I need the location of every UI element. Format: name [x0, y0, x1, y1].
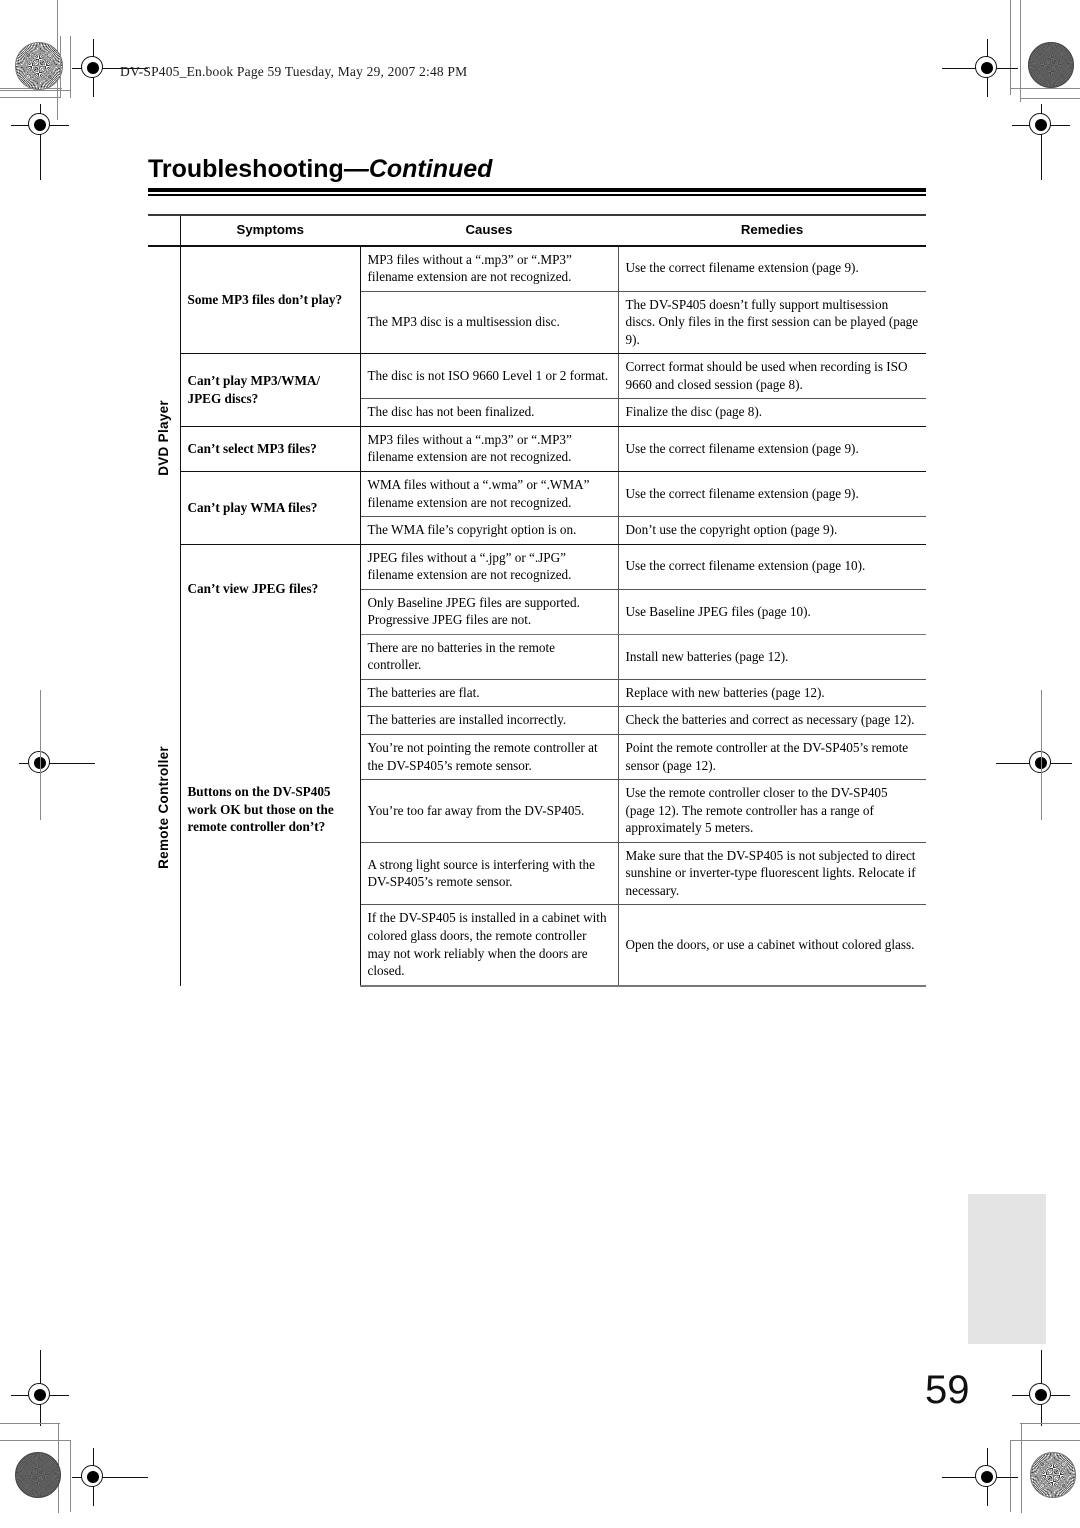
- troubleshooting-table: Symptoms Causes Remedies DVD Player Some…: [148, 214, 926, 987]
- page-number: 59: [925, 1368, 970, 1412]
- table-row: Remote Controller Buttons on the DV-SP40…: [148, 634, 926, 986]
- section-tab-marker: [968, 1194, 1046, 1344]
- remedy-cell: Use Baseline JPEG files (page 10).: [618, 589, 926, 635]
- remedy-cell: Use the correct filename extension (page…: [618, 471, 926, 518]
- symptom-cell: Can’t view JPEG files?: [180, 544, 361, 635]
- section-label-remote-controller: Remote Controller: [156, 745, 171, 869]
- remedy-cell: Correct format should be used when recor…: [618, 353, 926, 400]
- book-file-header: DV-SP405_En.book Page 59 Tuesday, May 29…: [120, 64, 468, 79]
- crop-mark-line: [1010, 88, 1080, 89]
- table-row: Can’t select MP3 files? MP3 files withou…: [148, 426, 926, 473]
- crop-mark-line: [70, 36, 71, 98]
- remedy-cell: Use the correct filename extension (page…: [618, 245, 926, 292]
- remedy-cell: Point the remote controller at the DV-SP…: [618, 734, 926, 781]
- cause-cell: You’re too far away from the DV-SP405.: [360, 779, 619, 843]
- remedy-cell: Don’t use the copyright option (page 9).: [618, 516, 926, 545]
- page-title-main: Troubleshooting: [148, 155, 344, 183]
- symptom-cell: Can’t select MP3 files?: [180, 426, 361, 473]
- cause-cell: MP3 files without a “.mp3” or “.MP3” fil…: [360, 245, 619, 292]
- registration-target-icon: [11, 104, 69, 180]
- cause-cell: Only Baseline JPEG files are supported. …: [360, 589, 619, 635]
- title-rule-thin: [148, 194, 926, 196]
- cause-cell: A strong light source is interfering wit…: [360, 842, 619, 906]
- page-title-block: Troubleshooting—Continued: [148, 155, 926, 196]
- crop-mark-line: [1021, 1423, 1022, 1513]
- remedy-cell: Check the batteries and correct as neces…: [618, 706, 926, 736]
- table-row: Can’t play WMA files? WMA files without …: [148, 471, 926, 545]
- crop-mark-line: [1041, 690, 1042, 820]
- remedy-cell: Make sure that the DV-SP405 is not subje…: [618, 842, 926, 906]
- remedy-cell: The DV-SP405 doesn’t fully support multi…: [618, 291, 926, 355]
- crop-mark-line: [1020, 1423, 1080, 1424]
- symptom-cell: Some MP3 files don’t play?: [180, 245, 361, 355]
- crop-mark-line: [40, 690, 41, 820]
- symptom-cell: Can’t play MP3/WMA/ JPEG discs?: [180, 353, 361, 427]
- cause-cell: You’re not pointing the remote controlle…: [360, 734, 619, 781]
- cause-cell: MP3 files without a “.mp3” or “.MP3” fil…: [360, 426, 619, 473]
- remedy-cell: Finalize the disc (page 8).: [618, 398, 926, 427]
- cause-cell: WMA files without a “.wma” or “.WMA” fil…: [360, 471, 619, 518]
- cause-cell: If the DV-SP405 is installed in a cabine…: [360, 904, 619, 987]
- table-header-causes: Causes: [360, 214, 618, 247]
- troubleshooting-table-wrapper: Symptoms Causes Remedies DVD Player Some…: [148, 214, 926, 987]
- cause-cell: The batteries are flat.: [360, 679, 619, 708]
- crop-mark-line: [0, 90, 70, 91]
- cause-cell: The MP3 disc is a multisession disc.: [360, 291, 619, 355]
- registration-target-icon: [72, 1448, 148, 1506]
- section-label-dvd-player: DVD Player: [156, 399, 171, 476]
- registration-target-icon: [942, 1448, 1018, 1506]
- cause-cell: The batteries are installed incorrectly.: [360, 706, 619, 736]
- crop-mark-line: [1010, 0, 1011, 95]
- remedy-cell: Use the remote controller closer to the …: [618, 779, 926, 843]
- cause-cell: The disc is not ISO 9660 Level 1 or 2 fo…: [360, 353, 619, 400]
- crop-mark-line: [1010, 1440, 1080, 1441]
- cause-cell: The WMA file’s copyright option is on.: [360, 516, 619, 545]
- table-row: Can’t play MP3/WMA/ JPEG discs? The disc…: [148, 353, 926, 427]
- remedy-cell: Use the correct filename extension (page…: [618, 544, 926, 590]
- registration-target-icon: [942, 39, 1018, 97]
- document-page: DV-SP405_En.book Page 59 Tuesday, May 29…: [0, 0, 1080, 1528]
- crop-mark-line: [1020, 0, 1021, 102]
- cause-cell: JPEG files without a “.jpg” or “.JPG” fi…: [360, 544, 619, 590]
- section-label-cell: Remote Controller: [148, 634, 181, 986]
- table-header-remedies: Remedies: [618, 214, 926, 247]
- table-header-symptoms: Symptoms: [180, 214, 360, 247]
- table-row: Can’t view JPEG files? JPEG files withou…: [148, 544, 926, 635]
- section-label-cell: DVD Player: [148, 245, 181, 635]
- table-header-side: [148, 214, 181, 247]
- remedy-cell: Use the correct filename extension (page…: [618, 426, 926, 473]
- registration-target-icon: [1012, 1350, 1070, 1426]
- cause-cell: There are no batteries in the remote con…: [360, 634, 619, 680]
- rosette-registration-mark: [1030, 1452, 1076, 1498]
- crop-mark-line: [0, 1440, 70, 1441]
- registration-target-icon: [11, 1350, 69, 1426]
- remedy-cell: Replace with new batteries (page 12).: [618, 679, 926, 708]
- remedy-cell: Install new batteries (page 12).: [618, 634, 926, 680]
- crop-mark-line: [0, 97, 60, 98]
- crop-mark-line: [60, 36, 61, 98]
- page-title: Troubleshooting—Continued: [148, 155, 926, 184]
- registration-target-icon: [72, 39, 148, 97]
- cause-cell: The disc has not been finalized.: [360, 398, 619, 427]
- rosette-registration-mark: [15, 1452, 61, 1498]
- remedy-cell: Open the doors, or use a cabinet without…: [618, 904, 926, 987]
- table-header-row: Symptoms Causes Remedies: [148, 214, 926, 247]
- crop-mark-line: [70, 1440, 71, 1512]
- rosette-registration-mark: [15, 42, 63, 90]
- table-row: DVD Player Some MP3 files don’t play? MP…: [148, 245, 926, 635]
- registration-target-icon: [1012, 104, 1070, 180]
- crop-mark-line: [0, 1423, 60, 1424]
- crop-mark-line: [1020, 98, 1080, 99]
- title-rule-thick: [148, 188, 926, 192]
- symptom-cell: Can’t play WMA files?: [180, 471, 361, 545]
- page-title-continued: —Continued: [343, 155, 493, 183]
- rosette-registration-mark: [1028, 42, 1074, 88]
- symptom-cell: Buttons on the DV-SP405 work OK but thos…: [180, 634, 361, 986]
